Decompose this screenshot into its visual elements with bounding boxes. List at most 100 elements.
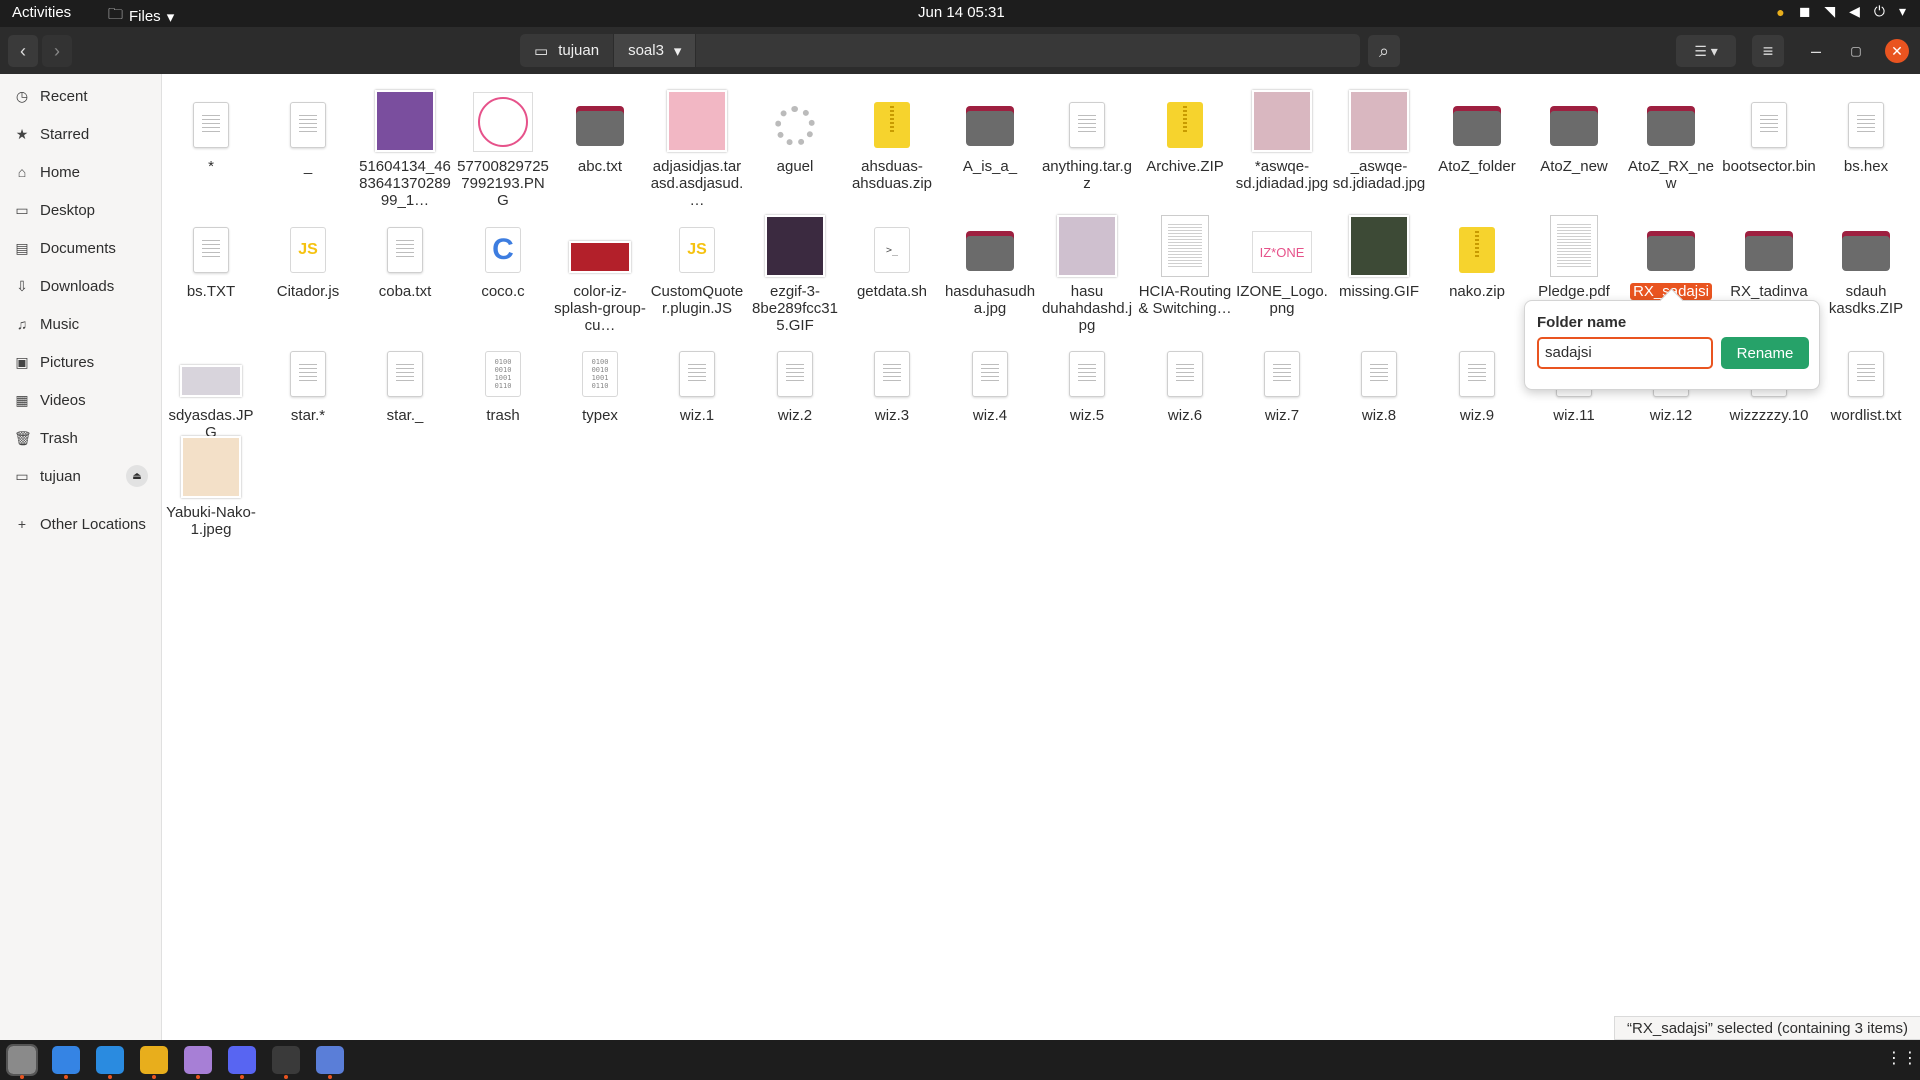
folder-item[interactable]: AtoZ_new [1527, 80, 1621, 175]
sidebar-item-music[interactable]: ♫ Music [0, 306, 160, 342]
sidebar-item-desktop[interactable]: ▭ Desktop [0, 192, 160, 228]
folder-icon [1842, 231, 1890, 271]
sidebar-item-videos[interactable]: ▦ Videos [0, 382, 160, 418]
file-item[interactable]: *aswqe-sd.jdiadad.jpg [1235, 80, 1329, 192]
file-item[interactable]: 0100 0010 1001 0110 typex [553, 329, 647, 424]
file-item[interactable]: nako.zip [1430, 205, 1524, 300]
file-item[interactable]: JS CustomQuoter.plugin.JS [650, 205, 744, 317]
file-item[interactable]: * [164, 80, 258, 175]
file-item[interactable]: ahsduas-ahsduas.zip [845, 80, 939, 192]
file-item[interactable]: JS Citador.js [261, 205, 355, 300]
folder-item[interactable]: abc.txt [553, 80, 647, 175]
sidebar-item-pictures[interactable]: ▣ Pictures [0, 344, 160, 380]
sidebar-item-downloads[interactable]: ⇩ Downloads [0, 268, 160, 304]
file-name-text: ahsduas-ahsduas.zip [851, 158, 933, 192]
sidebar-item-documents[interactable]: ▤ Documents [0, 230, 160, 266]
folder-name-input[interactable]: sadajsi [1537, 337, 1713, 369]
file-item[interactable]: Ccoco.c [456, 205, 550, 300]
sidebar-item-home[interactable]: ⌂ Home [0, 154, 160, 190]
terminal-icon[interactable] [272, 1046, 300, 1079]
sidebar-item-trash[interactable]: 🗑 Trash [0, 420, 160, 456]
file-item[interactable]: missing.GIF [1332, 205, 1426, 300]
file-item[interactable]: wiz.9 [1430, 329, 1524, 424]
folder-item[interactable]: RX_tadinva [1722, 205, 1816, 300]
file-item[interactable]: ezgif-3-8be289fcc315.GIF [748, 205, 842, 334]
file-item[interactable]: >_ getdata.sh [845, 205, 939, 300]
file-item[interactable]: aguel [748, 80, 842, 175]
file-item[interactable]: _ [261, 80, 355, 175]
file-item[interactable]: wiz.4 [943, 329, 1037, 424]
file-item[interactable]: wiz.1 [650, 329, 744, 424]
image-thumbnail [473, 92, 533, 152]
file-item[interactable]: 51604134_468364137028999_1… [358, 80, 452, 209]
file-item[interactable]: bootsector.bin [1722, 80, 1816, 175]
file-item[interactable]: coba.txt [358, 205, 452, 300]
file-item[interactable]: Archive.ZIP [1138, 80, 1232, 175]
file-item[interactable]: star._ [358, 329, 452, 424]
file-item[interactable]: IZ*ONE IZONE_Logo.png [1235, 205, 1329, 317]
file-item[interactable]: anything.tar.gz [1040, 80, 1134, 192]
file-item[interactable]: sdyasdas.JPG [164, 329, 258, 441]
system-tray[interactable]: ● ◼ ◥ ◀ ⏻ ▾ [1776, 3, 1906, 20]
app-menu[interactable]: 🗀 Files ▾ [108, 4, 174, 29]
file-item[interactable]: color-iz-splash-group-cu… [553, 205, 647, 334]
file-item[interactable]: Yabuki-Nako-1.jpeg [164, 426, 258, 538]
path-segment-home[interactable]: ▭ tujuan [520, 34, 615, 67]
folder-item[interactable]: hasduhasudha.jpg [943, 205, 1037, 317]
sidebar-item-other-locations[interactable]: + Other Locations [0, 506, 160, 542]
file-item[interactable]: wiz.5 [1040, 329, 1134, 424]
power-icon[interactable]: ⏻ [1874, 3, 1885, 20]
file-item[interactable]: wiz.8 [1332, 329, 1426, 424]
forward-button[interactable]: › [42, 35, 72, 67]
eject-icon[interactable]: ⏏ [126, 465, 148, 487]
github-icon[interactable] [184, 1046, 212, 1079]
folder-item[interactable]: AtoZ_RX_new [1624, 80, 1718, 192]
search-button[interactable]: ⌕ [1368, 35, 1400, 67]
volume-icon[interactable]: ◀ [1849, 3, 1860, 20]
close-button[interactable]: ✕ [1885, 39, 1909, 63]
file-item[interactable]: 0100 0010 1001 0110 trash [456, 329, 550, 424]
folder-item[interactable]: RX_sadajsi [1624, 205, 1718, 300]
app-grid-icon[interactable]: ⋮⋮ [1886, 1048, 1918, 1068]
file-item[interactable]: wiz.7 [1235, 329, 1329, 424]
view-toggle-button[interactable]: ☰ ▾ [1676, 35, 1736, 67]
folder-item[interactable]: sdauh kasdks.ZIP [1819, 205, 1913, 317]
file-item[interactable]: bs.hex [1819, 80, 1913, 175]
sidebar-item-starred[interactable]: ★ Starred [0, 116, 160, 152]
files-icon[interactable] [6, 1044, 38, 1079]
file-item[interactable]: star.* [261, 329, 355, 424]
folder-item[interactable]: AtoZ_folder [1430, 80, 1524, 175]
chrome-tray-icon[interactable]: ● [1776, 4, 1784, 20]
file-item[interactable]: Pledge.pdf [1527, 205, 1621, 300]
menu-button[interactable]: ≡ [1752, 35, 1784, 67]
discord-icon[interactable] [228, 1046, 256, 1079]
path-segment-current[interactable]: soal3 ▾ [614, 34, 697, 67]
chrome-icon[interactable] [140, 1046, 168, 1079]
back-button[interactable]: ‹ [8, 35, 38, 67]
file-item[interactable]: hasu duhahdashd.jpg [1040, 205, 1134, 334]
discord-tray-icon[interactable]: ◼ [1799, 3, 1811, 20]
sidebar-item-recent[interactable]: ◷ Recent [0, 78, 160, 114]
text-editor-icon[interactable] [52, 1046, 80, 1079]
file-item[interactable]: wiz.6 [1138, 329, 1232, 424]
file-item[interactable]: HCIA-Routing & Switching… [1138, 205, 1232, 317]
rename-button[interactable]: Rename [1721, 337, 1809, 369]
file-item[interactable]: wiz.3 [845, 329, 939, 424]
activities-button[interactable]: Activities [12, 4, 71, 21]
maximize-button[interactable]: ▢ [1840, 35, 1872, 67]
file-item[interactable]: _aswqe-sd.jdiadad.jpg [1332, 80, 1426, 192]
file-item[interactable]: 577008297257992193.PNG [456, 80, 550, 209]
wifi-icon[interactable]: ◥ [1824, 3, 1835, 20]
file-item[interactable]: wordlist.txt [1819, 329, 1913, 424]
file-item[interactable]: adjasidjas.tarasd.asdjasud.… [650, 80, 744, 209]
sidebar-item-tujuan[interactable]: ▭ tujuan ⏏ [0, 458, 160, 494]
vscode-icon[interactable] [96, 1046, 124, 1079]
folder-thumbnail [1624, 205, 1718, 277]
chevron-down-icon[interactable]: ▾ [1899, 3, 1906, 20]
file-item[interactable]: wiz.2 [748, 329, 842, 424]
folder-item[interactable]: A_is_a_ [943, 80, 1037, 175]
clock[interactable]: Jun 14 05:31 [918, 4, 1005, 21]
notes-icon[interactable] [316, 1046, 344, 1079]
file-item[interactable]: bs.TXT [164, 205, 258, 300]
minimize-button[interactable]: – [1800, 35, 1832, 67]
